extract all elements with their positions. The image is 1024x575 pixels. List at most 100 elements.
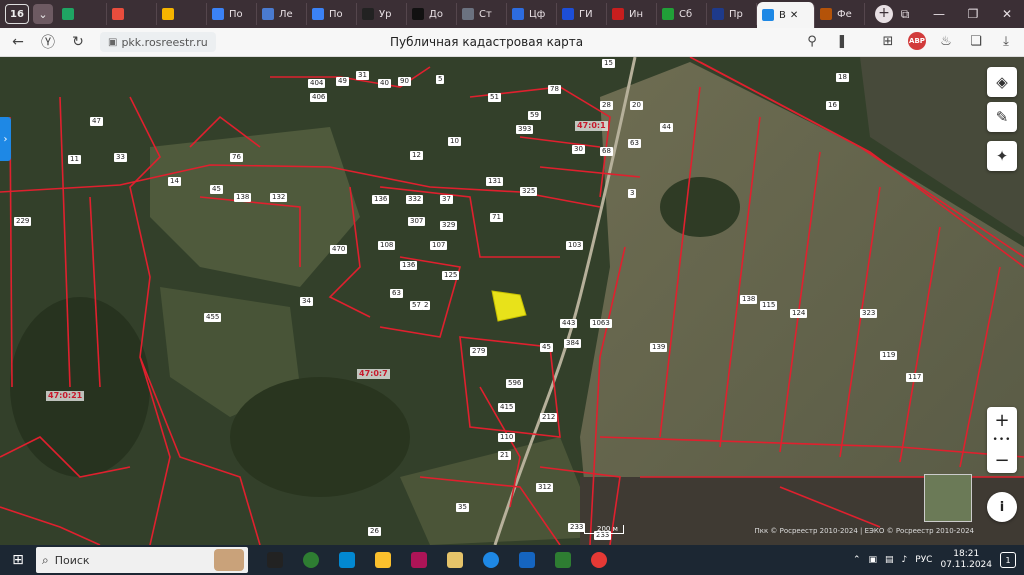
parcel-number-label[interactable]: 1063 xyxy=(590,319,612,328)
minimize-button[interactable]: — xyxy=(922,7,956,21)
parcel-number-label[interactable]: 68 xyxy=(600,147,613,156)
yandex-home-icon[interactable]: Ⓨ xyxy=(36,32,60,52)
parcel-number-label[interactable]: 26 xyxy=(368,527,381,536)
locate-icon[interactable]: ✦ xyxy=(987,141,1017,171)
browser-tab[interactable] xyxy=(57,3,107,25)
parcel-number-label[interactable]: 57 xyxy=(410,301,423,310)
yandex-browser-icon[interactable] xyxy=(584,547,614,573)
parcel-number-label[interactable]: 307 xyxy=(408,217,426,226)
info-button[interactable]: i xyxy=(987,492,1017,522)
url-field[interactable]: ▣ pkk.rosreestr.ru xyxy=(100,32,216,52)
parcel-number-label[interactable]: 35 xyxy=(456,503,469,512)
edge-icon[interactable] xyxy=(476,547,506,573)
layers-icon[interactable]: ◈ xyxy=(987,67,1017,97)
parcel-number-label[interactable]: 2 xyxy=(422,301,431,310)
reading-list-icon[interactable]: ❏ xyxy=(966,34,986,49)
browser-tab[interactable]: По xyxy=(207,3,257,25)
parcel-number-label[interactable]: 329 xyxy=(440,221,458,230)
parcel-number-label[interactable]: 34 xyxy=(300,297,313,306)
parcel-number-label[interactable]: 470 xyxy=(330,245,348,254)
cadastral-map[interactable]: 404 406 49 31 40 90 5 51 78 15 18 16 28 20 59 393 44 30 68… xyxy=(0,57,1024,545)
parcel-number-label[interactable]: 44 xyxy=(660,123,673,132)
tab-menu-chevron-icon[interactable]: ⌄ xyxy=(33,4,53,24)
parcel-number-label[interactable]: 11 xyxy=(68,155,81,164)
parcel-number-label[interactable]: 110 xyxy=(498,433,516,442)
parcel-number-label[interactable]: 233 xyxy=(568,523,586,532)
tray-chevron-icon[interactable]: ⌃ xyxy=(853,555,861,565)
tab-counter-button[interactable]: 16 xyxy=(5,4,29,24)
parcel-number-label[interactable]: 47 xyxy=(90,117,103,126)
save-disk-icon[interactable] xyxy=(404,547,434,573)
parcel-number-label[interactable]: 406 xyxy=(310,93,328,102)
parcel-number-label[interactable]: 596 xyxy=(506,379,524,388)
extension-cake-icon[interactable]: ♨ xyxy=(936,34,956,49)
parcel-number-label[interactable]: 138 xyxy=(234,193,252,202)
side-panel-toggle[interactable]: › xyxy=(0,117,11,161)
parcel-number-label[interactable]: 384 xyxy=(564,339,582,348)
parcel-number-label[interactable]: 30 xyxy=(572,145,585,154)
browser-tab[interactable]: Ле xyxy=(257,3,307,25)
parcel-number-label[interactable]: 323 xyxy=(860,309,878,318)
parcel-number-label[interactable]: 404 xyxy=(308,79,326,88)
browser-globe-icon[interactable] xyxy=(296,547,326,573)
parcel-number-label[interactable]: 312 xyxy=(536,483,554,492)
parcel-number-label[interactable]: 78 xyxy=(548,85,561,94)
parcel-number-label[interactable]: 45 xyxy=(540,343,553,352)
parcel-number-label[interactable]: 393 xyxy=(516,125,534,134)
back-arrow-icon[interactable]: ← xyxy=(6,34,30,50)
taskbar-search[interactable]: ⌕ Поиск xyxy=(36,547,248,573)
parcel-number-label[interactable]: 14 xyxy=(168,177,181,186)
parcel-number-label[interactable]: 107 xyxy=(430,241,448,250)
minimap-thumbnail[interactable] xyxy=(924,474,972,522)
adblock-icon[interactable]: ABP xyxy=(908,32,926,50)
volume-icon[interactable]: ♪ xyxy=(902,555,908,565)
tray-app-icon[interactable]: ▣ xyxy=(868,555,877,565)
parcel-number-label[interactable]: 90 xyxy=(398,77,411,86)
parcel-number-label[interactable]: 279 xyxy=(470,347,488,356)
parcel-number-label[interactable]: 51 xyxy=(488,93,501,102)
parcel-number-label[interactable]: 20 xyxy=(630,101,643,110)
parcel-number-label[interactable]: 108 xyxy=(378,241,396,250)
parcel-number-label[interactable]: 45 xyxy=(210,185,223,194)
reload-icon[interactable]: ↻ xyxy=(66,34,90,50)
browser-tab[interactable]: Сб xyxy=(657,3,707,25)
parcel-number-label[interactable]: 49 xyxy=(336,77,349,86)
browser-tab[interactable]: Ст xyxy=(457,3,507,25)
parcel-number-label[interactable]: 3 xyxy=(628,189,637,198)
parcel-number-label[interactable]: 117 xyxy=(906,373,924,382)
parcel-number-label[interactable]: 5 xyxy=(436,75,445,84)
parcel-number-label[interactable]: 63 xyxy=(628,139,641,148)
restore-button[interactable]: ❐ xyxy=(956,7,990,21)
parcel-number-label[interactable]: 332 xyxy=(406,195,424,204)
parcel-number-label[interactable]: 212 xyxy=(540,413,558,422)
browser-tab[interactable]: До xyxy=(407,3,457,25)
parcel-number-label[interactable]: 139 xyxy=(650,343,668,352)
browser-tab[interactable]: Цф xyxy=(507,3,557,25)
parcel-number-label[interactable]: 16 xyxy=(826,101,839,110)
notes-icon[interactable] xyxy=(440,547,470,573)
input-language[interactable]: РУС xyxy=(915,555,932,565)
parcel-number-label[interactable]: 138 xyxy=(740,295,758,304)
network-icon[interactable]: ▤ xyxy=(885,555,894,565)
location-pin-icon[interactable]: ⚲ xyxy=(802,34,822,49)
parcel-number-label[interactable]: 119 xyxy=(880,351,898,360)
parcel-number-label[interactable]: 132 xyxy=(270,193,288,202)
parcel-number-label[interactable]: 31 xyxy=(356,71,369,80)
parcel-number-label[interactable]: 71 xyxy=(490,213,503,222)
browser-tab[interactable]: Фе xyxy=(815,3,865,25)
ruler-icon[interactable]: ✎ xyxy=(987,102,1017,132)
parcel-number-label[interactable]: 325 xyxy=(520,187,538,196)
parcel-number-label[interactable]: 131 xyxy=(486,177,504,186)
tab-manager-icon[interactable]: ⧉ xyxy=(888,7,922,22)
parcel-number-label[interactable]: 18 xyxy=(836,73,849,82)
parcel-number-label[interactable]: 21 xyxy=(498,451,511,460)
browser-tab[interactable]: По xyxy=(307,3,357,25)
parcel-number-label[interactable]: 76 xyxy=(230,153,243,162)
parcel-number-label[interactable]: 37 xyxy=(440,195,453,204)
browser-tab-active[interactable]: В ✕ xyxy=(757,2,815,28)
parcel-number-label[interactable]: 443 xyxy=(560,319,578,328)
download-icon[interactable]: ⤓ xyxy=(996,34,1016,49)
parcel-number-label[interactable]: 40 xyxy=(378,79,391,88)
browser-tab[interactable]: Пр xyxy=(707,3,757,25)
app-blue-icon[interactable] xyxy=(332,547,362,573)
